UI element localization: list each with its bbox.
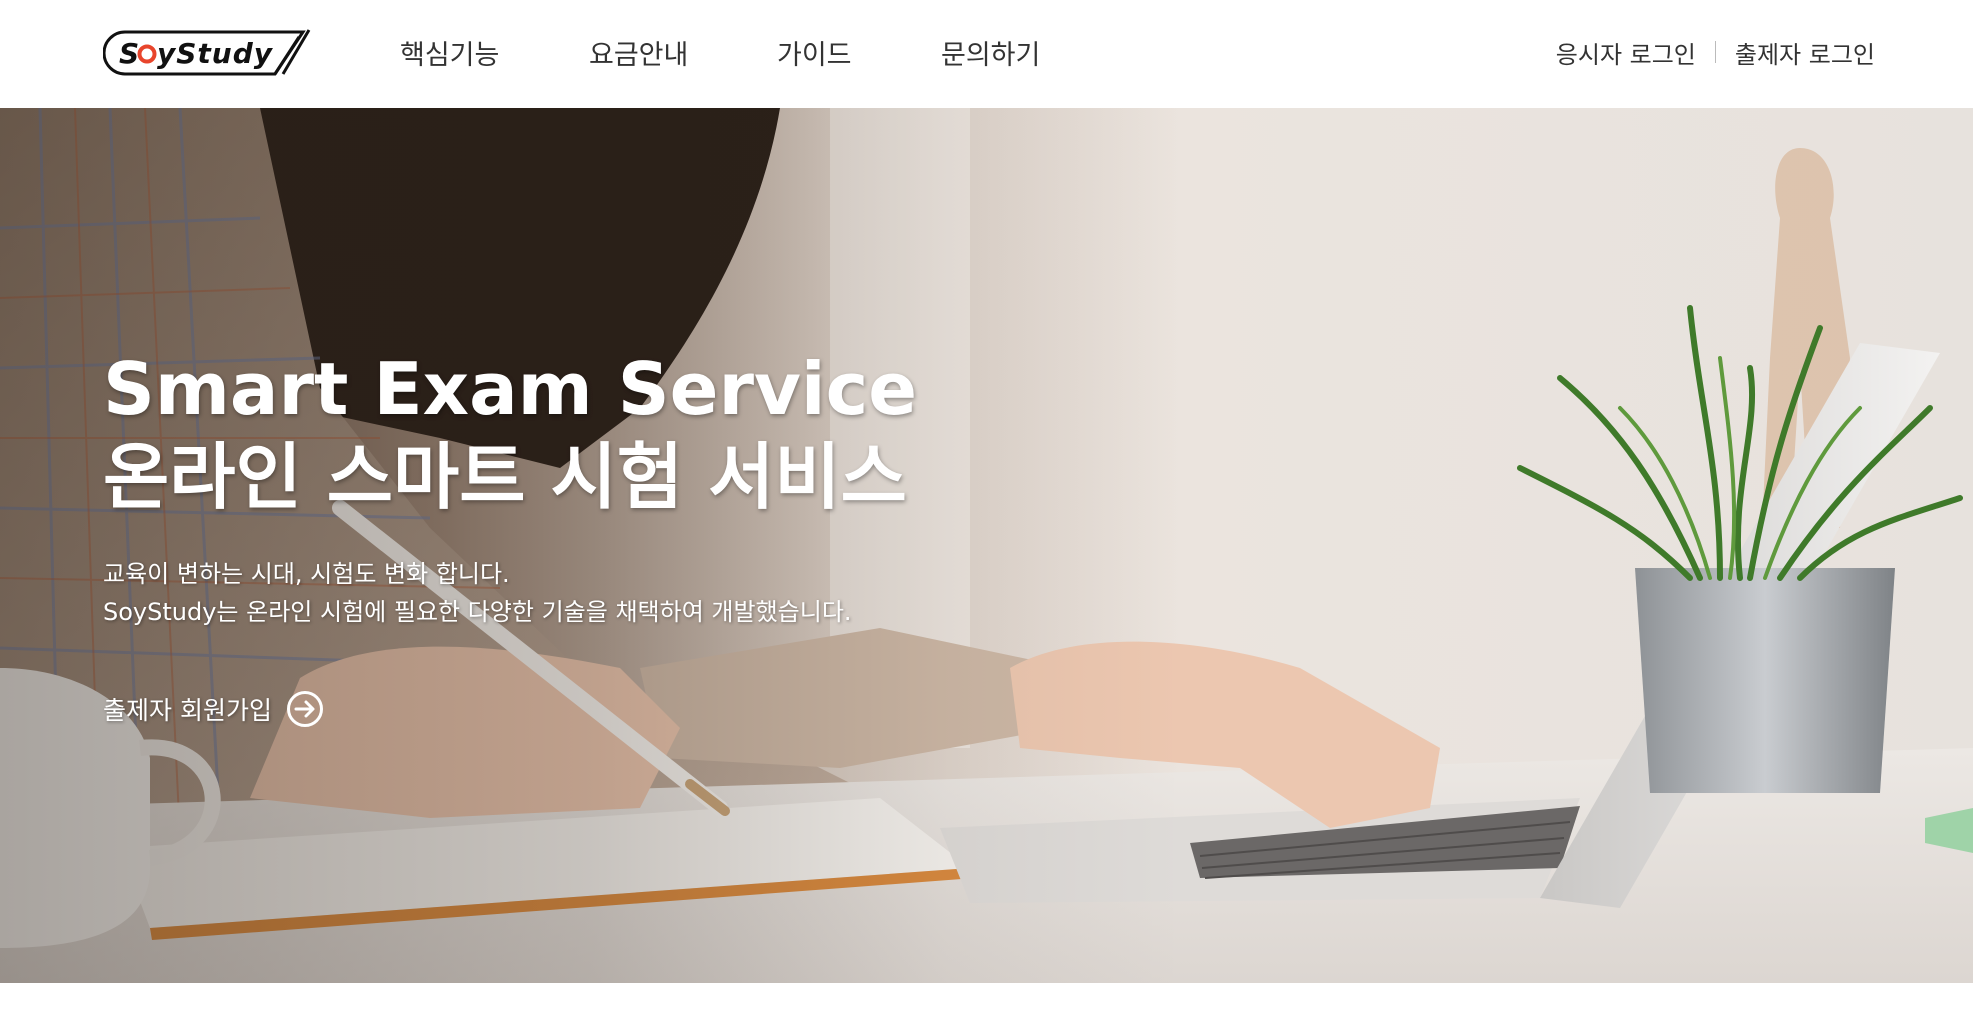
examiner-signup-button[interactable]: 출제자 회원가입 xyxy=(103,690,324,728)
hero-description-line2: SoyStudy는 온라인 시험에 필요한 다양한 기술을 채택하여 개발했습니… xyxy=(103,598,852,626)
nav-item-features[interactable]: 핵심기능 xyxy=(400,33,499,72)
hero-description: 교육이 변하는 시대, 시험도 변화 합니다. SoyStudy는 온라인 시험… xyxy=(103,555,917,631)
auth-divider xyxy=(1714,41,1716,63)
hero-text-block: Smart Exam Service 온라인 스마트 시험 서비스 교육이 변하… xyxy=(103,345,917,631)
hero-title-korean: 온라인 스마트 시험 서비스 xyxy=(103,435,907,519)
logo-graphic: S yStudy xyxy=(103,29,311,76)
examinee-login-link[interactable]: 응시자 로그인 xyxy=(1556,35,1696,70)
svg-text:yStudy: yStudy xyxy=(157,37,274,70)
examiner-login-link[interactable]: 출제자 로그인 xyxy=(1735,35,1875,70)
examiner-signup-label: 출제자 회원가입 xyxy=(103,696,272,725)
nav-item-pricing[interactable]: 요금안내 xyxy=(589,33,688,72)
hero-description-line1: 교육이 변하는 시대, 시험도 변화 합니다. xyxy=(103,560,510,588)
site-header: S yStudy 핵심기능 요금안내 가이드 문의하기 응시자 로그인 출제자 … xyxy=(0,0,1973,108)
hero-title-english: Smart Exam Service xyxy=(103,347,918,431)
hero-banner: Smart Exam Service 온라인 스마트 시험 서비스 교육이 변하… xyxy=(0,108,1973,983)
nav-item-contact[interactable]: 문의하기 xyxy=(941,33,1040,72)
svg-text:S: S xyxy=(119,37,140,70)
soystudy-logo[interactable]: S yStudy xyxy=(103,27,311,79)
auth-links: 응시자 로그인 출제자 로그인 xyxy=(1556,0,1875,104)
arrow-right-circle-icon xyxy=(286,691,323,727)
nav-item-guide[interactable]: 가이드 xyxy=(777,33,852,72)
